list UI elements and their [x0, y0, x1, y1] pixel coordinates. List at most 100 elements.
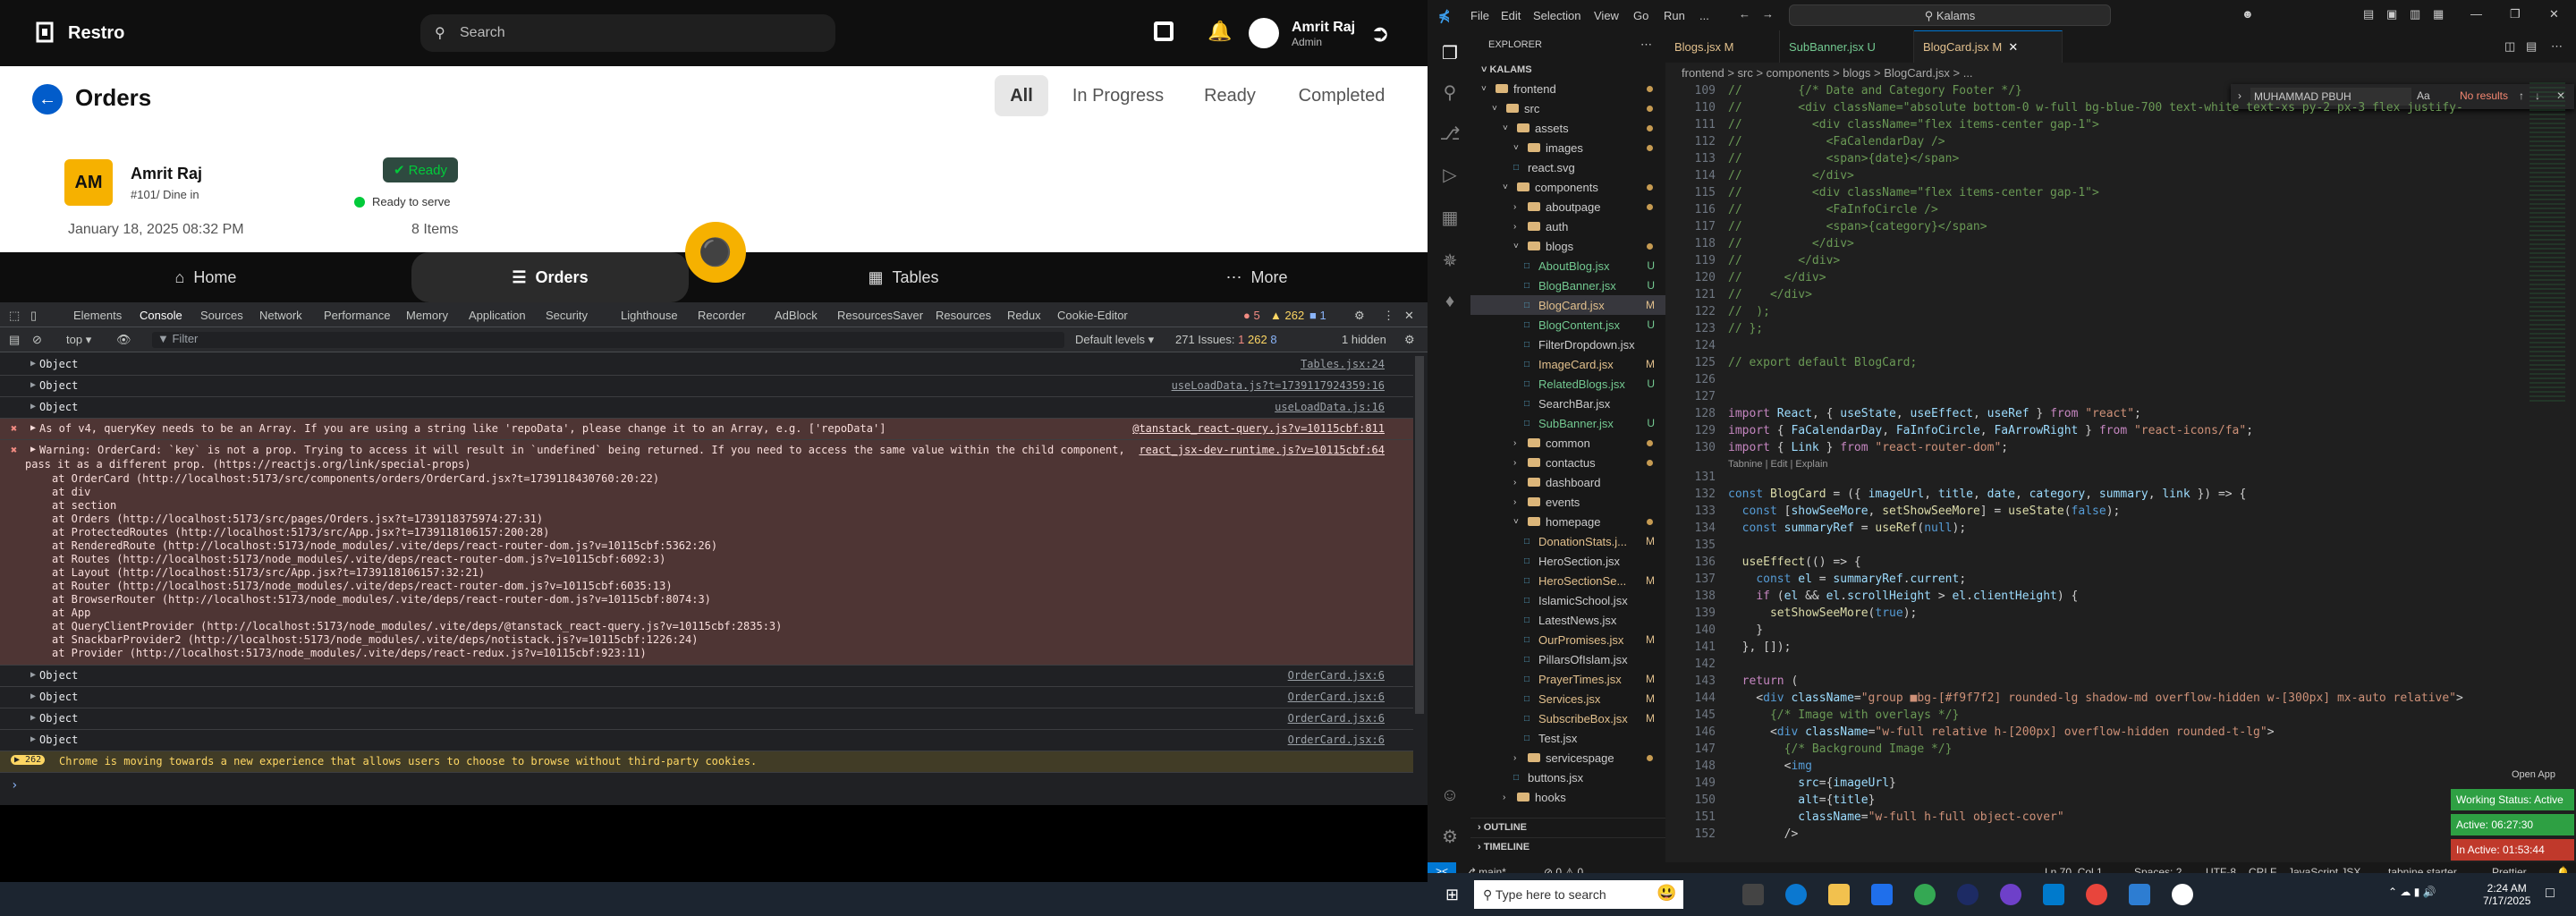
error-source-link[interactable]: @tanstack_react-query.js?v=10115cbf:811: [1132, 422, 1385, 435]
menu-file[interactable]: File: [1470, 9, 1489, 22]
code-line[interactable]: 126: [1665, 373, 2470, 390]
context-select[interactable]: top ▾: [66, 333, 91, 347]
code-line[interactable]: 152 />: [1665, 827, 2470, 844]
settings-gear-icon[interactable]: ⚙: [1354, 309, 1365, 323]
tab-adblock[interactable]: AdBlock: [775, 309, 818, 322]
chatgpt-icon[interactable]: [2172, 884, 2193, 905]
tab-blogcard[interactable]: BlogCard.jsx M ✕: [1914, 30, 2063, 63]
code-line[interactable]: 151 className="w-full h-full object-cove…: [1665, 810, 2470, 827]
stack-line[interactable]: at SnackbarProvider2 (http://localhost:5…: [52, 633, 698, 646]
code-line[interactable]: 125 // export default BlogCard;: [1665, 356, 2470, 373]
code-line[interactable]: 113 // <span>{date}</span>: [1665, 152, 2470, 169]
stack-line[interactable]: at Routes (http://localhost:5173/node_mo…: [52, 553, 665, 565]
find-prev-icon[interactable]: ↑: [2519, 89, 2524, 102]
expand-triangle-icon[interactable]: ▶: [30, 691, 36, 701]
code-line[interactable]: 123 // };: [1665, 322, 2470, 339]
photos-icon[interactable]: [2129, 884, 2150, 905]
stack-line[interactable]: at OrderCard (http://localhost:5173/src/…: [52, 472, 659, 485]
search-icon[interactable]: ⚲: [1438, 81, 1462, 104]
sidebar-icon[interactable]: ▥: [2410, 7, 2420, 21]
console-settings-icon[interactable]: ⚙: [1404, 333, 1415, 347]
code-line[interactable]: 148 <img: [1665, 759, 2470, 776]
outline-section[interactable]: › OUTLINE: [1470, 818, 1665, 837]
stack-line[interactable]: at BrowserRouter (http://localhost:5173/…: [52, 593, 711, 606]
tree-file[interactable]: □ Test.jsx: [1470, 728, 1665, 748]
explorer-files-icon[interactable]: ❐: [1438, 41, 1462, 64]
log-source-link[interactable]: OrderCard.jsx:6: [1288, 734, 1385, 746]
chrome-icon[interactable]: [1914, 884, 1936, 905]
tree-folder[interactable]: › events: [1470, 492, 1665, 512]
sidebar-toggle-icon[interactable]: ▤: [9, 333, 20, 347]
expand-triangle-icon[interactable]: ▶: [30, 670, 36, 680]
log-source-link[interactable]: OrderCard.jsx:6: [1288, 712, 1385, 725]
task-view-icon[interactable]: [1742, 884, 1764, 905]
settings-gear-icon[interactable]: ⚙: [1438, 825, 1462, 848]
tab-recorder[interactable]: Recorder: [698, 309, 745, 322]
tab-performance[interactable]: Performance: [324, 309, 390, 322]
log-source-link[interactable]: OrderCard.jsx:6: [1288, 669, 1385, 682]
log-row[interactable]: ▶ Object OrderCard.jsx:6: [0, 730, 1413, 751]
code-line[interactable]: 109 // {/* Date and Category Footer */}: [1665, 84, 2470, 101]
edge-icon[interactable]: [1785, 884, 1807, 905]
account-icon[interactable]: ☺: [1438, 784, 1462, 807]
explorer-more-icon[interactable]: ⋯: [1640, 38, 1652, 52]
code-line[interactable]: 111 // <div className="flex items-center …: [1665, 118, 2470, 135]
tree-file[interactable]: □ OurPromises.jsx M: [1470, 630, 1665, 649]
error-count[interactable]: ● 5: [1243, 309, 1260, 322]
code-line[interactable]: 117 // <span>{category}</span>: [1665, 220, 2470, 237]
log-source-link[interactable]: useLoadData.js?t=1739117924359:16: [1172, 379, 1385, 392]
log-row[interactable]: ▶ Object useLoadData.js?t=1739117924359:16: [0, 376, 1413, 397]
stack-line[interactable]: at RenderedRoute (http://localhost:5173/…: [52, 539, 717, 552]
minimize-icon[interactable]: —: [2470, 7, 2482, 21]
code-line[interactable]: 135: [1665, 539, 2470, 556]
tab-security[interactable]: Security: [546, 309, 588, 322]
warn-count[interactable]: ▲ 262: [1270, 309, 1304, 322]
tab-redux[interactable]: Redux: [1007, 309, 1041, 322]
code-line[interactable]: 144 <div className="group ■bg-[#f9f7f2] …: [1665, 691, 2470, 708]
file-explorer-icon[interactable]: [1828, 884, 1850, 905]
log-row[interactable]: ▶ Object OrderCard.jsx:6: [0, 666, 1413, 687]
code-line[interactable]: 139 setShowSeeMore(true);: [1665, 606, 2470, 623]
filter-ready[interactable]: Ready: [1190, 75, 1270, 116]
brand[interactable]: Restro: [34, 21, 124, 45]
code-line[interactable]: 142: [1665, 657, 2470, 674]
nav-orders[interactable]: ☰ Orders: [411, 252, 689, 302]
nav-tables[interactable]: ▦ Tables: [841, 252, 966, 302]
code-line[interactable]: 116 // <FaInfoCircle />: [1665, 203, 2470, 220]
tree-file[interactable]: □ SearchBar.jsx: [1470, 394, 1665, 413]
console-prompt[interactable]: ›: [11, 778, 18, 793]
start-windows-icon[interactable]: ⊞: [1445, 886, 1459, 904]
expand-triangle-icon[interactable]: ▶: [30, 713, 36, 723]
console-scrollbar[interactable]: [1415, 356, 1424, 714]
tree-file[interactable]: □ FilterDropdown.jsx: [1470, 335, 1665, 354]
nav-more[interactable]: ⋯ More: [1199, 252, 1315, 302]
tabnine-codelens[interactable]: Tabnine | Edit | Explain: [1728, 459, 1828, 470]
expand-triangle-icon[interactable]: ▶: [30, 380, 36, 390]
code-line[interactable]: 124: [1665, 339, 2470, 356]
code-line[interactable]: 149 src={imageUrl}: [1665, 776, 2470, 793]
code-line[interactable]: 147 {/* Background Image */}: [1665, 742, 2470, 759]
tree-file[interactable]: □ BlogCard.jsx M: [1470, 295, 1665, 315]
code-line[interactable]: 128 import React, { useState, useEffect, …: [1665, 407, 2470, 424]
open-app-link[interactable]: Open App: [2512, 769, 2555, 780]
forward-arrow-icon[interactable]: →: [1762, 7, 1774, 21]
store-icon[interactable]: [1871, 884, 1893, 905]
stack-line[interactable]: at Router (http://localhost:5173/node_mo…: [52, 580, 673, 592]
log-row[interactable]: ▶ Object Tables.jsx:24: [0, 354, 1413, 376]
tree-folder[interactable]: › common: [1470, 433, 1665, 453]
code-line[interactable]: 133 const [showSeeMore, setShowSeeMore] …: [1665, 505, 2470, 522]
levels-dropdown[interactable]: Default levels ▾: [1075, 333, 1154, 347]
code-line[interactable]: 137 const el = summaryRef.current;: [1665, 572, 2470, 589]
expand-triangle-icon[interactable]: ▶: [30, 402, 36, 411]
clear-console-icon[interactable]: ⊘: [32, 333, 42, 347]
tree-file[interactable]: □ react.svg: [1470, 157, 1665, 177]
stack-line[interactable]: at Provider (http://localhost:5173/node_…: [52, 647, 647, 659]
code-line[interactable]: 131: [1665, 471, 2470, 488]
avatar[interactable]: [1249, 18, 1279, 48]
customize-layout-icon[interactable]: ▦: [2433, 7, 2444, 21]
info-count[interactable]: ■ 1: [1309, 309, 1326, 322]
stack-line[interactable]: at QueryClientProvider (http://localhost…: [52, 620, 782, 632]
code-line[interactable]: 140 }: [1665, 623, 2470, 640]
tab-lighthouse[interactable]: Lighthouse: [621, 309, 678, 322]
code-line[interactable]: 127: [1665, 390, 2470, 407]
